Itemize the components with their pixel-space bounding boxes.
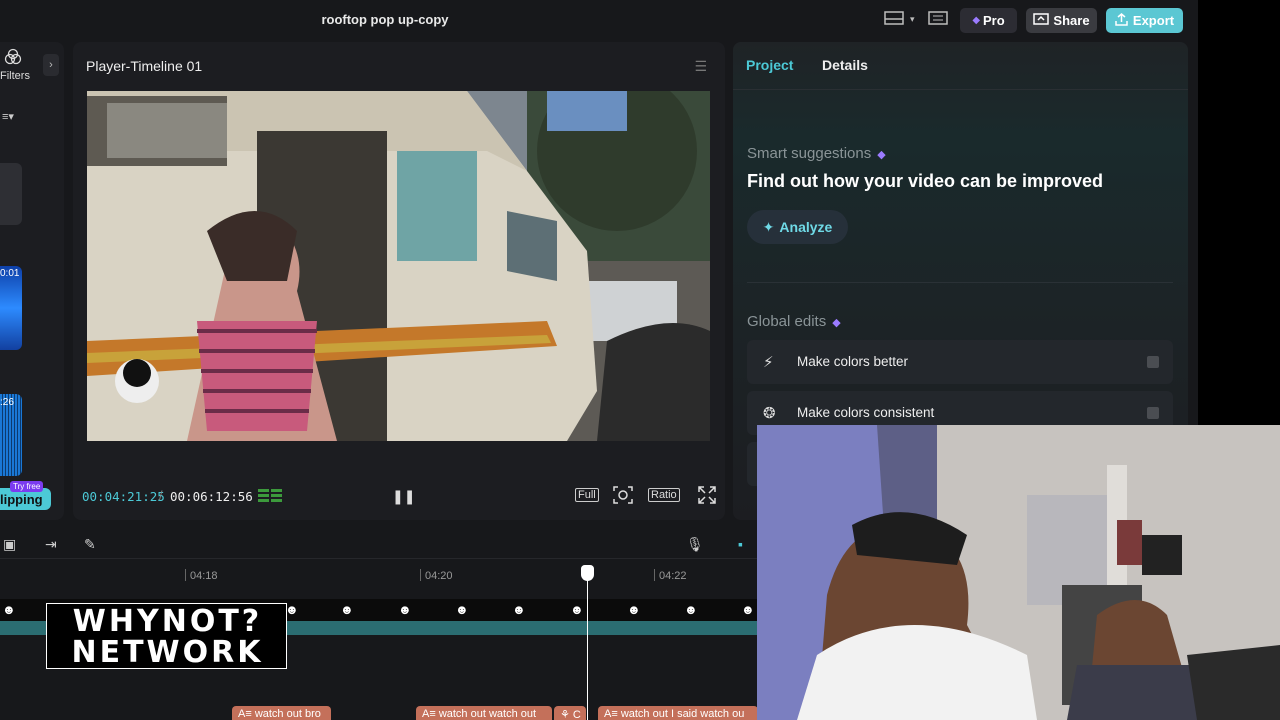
ruler-label: 04:18 bbox=[190, 570, 218, 582]
chevron-down-icon[interactable]: ▾ bbox=[910, 14, 915, 25]
caption-text: C bbox=[572, 709, 581, 720]
frame-icon: ☻ bbox=[627, 602, 641, 617]
magic-pen-icon[interactable]: ✎ bbox=[84, 536, 96, 553]
ruler-tick bbox=[420, 569, 421, 581]
logo-line-2: NETWORK bbox=[71, 635, 264, 670]
magic-wand-icon: ⚡ bbox=[763, 354, 774, 371]
frame-icon: ☻ bbox=[340, 602, 354, 617]
sort-filter-icon[interactable]: ≡▾ bbox=[2, 110, 14, 123]
microphone-icon[interactable]: 🎙 bbox=[686, 536, 704, 553]
document-title[interactable]: rooftop pop up-copy bbox=[300, 12, 470, 27]
full-quality-button[interactable]: Full bbox=[575, 488, 599, 502]
frame-icon: ☻ bbox=[398, 602, 412, 617]
smart-suggestions-title: Find out how your video can be improved bbox=[747, 171, 1104, 191]
tab-project[interactable]: Project bbox=[746, 57, 793, 73]
edit-option-label: Make colors consistent bbox=[797, 405, 935, 420]
playhead-handle[interactable] bbox=[581, 565, 594, 581]
thumbnail-duration: 0:01 bbox=[0, 268, 20, 279]
pro-button[interactable]: ◆ Pro bbox=[960, 8, 1017, 33]
chevron-right-icon: › bbox=[49, 59, 53, 71]
try-free-badge: Try free bbox=[10, 481, 44, 492]
player-panel: Player-Timeline 01 ☰ 00:04:21:25 / 00:06… bbox=[73, 42, 725, 520]
frame-icon: ☻ bbox=[684, 602, 698, 617]
color-match-icon: ❂ bbox=[763, 405, 776, 422]
sparkle-icon: ✦ bbox=[762, 218, 775, 235]
export-button[interactable]: Export bbox=[1106, 8, 1183, 33]
ruler-tick bbox=[185, 569, 186, 581]
gem-icon: ◆ bbox=[972, 15, 981, 26]
player-title: Player-Timeline 01 bbox=[86, 58, 203, 74]
audio-level-meter bbox=[258, 489, 282, 504]
zoom-fit-icon[interactable] bbox=[613, 486, 633, 508]
filters-icon[interactable] bbox=[4, 48, 22, 71]
ruler-label: 04:20 bbox=[425, 570, 453, 582]
global-edits-label: Global edits ◆ bbox=[747, 313, 841, 330]
media-thumbnail[interactable] bbox=[0, 163, 22, 225]
logo-line-1: WHYNOT? bbox=[72, 604, 263, 639]
gem-icon: ◆ bbox=[832, 317, 841, 329]
share-label: Share bbox=[1053, 13, 1090, 28]
frame-icon: ☻ bbox=[455, 602, 469, 617]
clipping-label: lipping bbox=[0, 491, 43, 507]
keyboard-icon[interactable] bbox=[928, 11, 948, 28]
export-icon bbox=[1115, 12, 1128, 29]
network-logo: WHYNOT? NETWORK bbox=[46, 603, 287, 670]
text-icon: A≡ bbox=[422, 708, 439, 720]
tab-divider bbox=[733, 89, 1188, 90]
playhead[interactable] bbox=[587, 565, 588, 720]
ratio-button[interactable]: Ratio bbox=[648, 488, 680, 502]
text-icon: A≡ bbox=[604, 708, 621, 720]
collapse-panel-button[interactable]: › bbox=[43, 54, 59, 76]
auto-edit-icon[interactable]: ▣ bbox=[3, 536, 16, 553]
caption-clip[interactable]: A≡ watch out bro bbox=[232, 706, 331, 720]
share-button[interactable]: Share bbox=[1026, 8, 1097, 33]
filters-label[interactable]: Filters bbox=[0, 70, 30, 82]
analyze-label: Analyze bbox=[779, 219, 833, 235]
layout-icon[interactable] bbox=[884, 11, 904, 28]
gem-icon: ◆ bbox=[877, 149, 886, 161]
pro-label: Pro bbox=[983, 13, 1005, 28]
frame-icon: ☻ bbox=[2, 602, 16, 617]
share-icon bbox=[1033, 12, 1050, 29]
caption-text: watch out I said watch ou bbox=[620, 708, 745, 720]
caption-clip[interactable]: ⚘ C bbox=[554, 706, 586, 720]
current-timecode: 00:04:21:25 bbox=[82, 489, 165, 504]
frame-icon: ☻ bbox=[741, 602, 755, 617]
option-checkbox[interactable] bbox=[1147, 407, 1159, 419]
total-duration: 00:06:12:56 bbox=[170, 489, 253, 504]
media-panel: Filters › ≡▾ 0:01 :26 bbox=[0, 42, 64, 520]
menu-icon[interactable]: ☰ bbox=[694, 58, 707, 75]
pause-icon[interactable]: ❚❚ bbox=[392, 488, 415, 505]
tab-details[interactable]: Details bbox=[822, 57, 868, 73]
text-icon: A≡ bbox=[238, 708, 255, 720]
make-colors-better-option[interactable]: ⚡ Make colors better bbox=[747, 340, 1173, 384]
caption-clip[interactable]: A≡ watch out I said watch ou bbox=[598, 706, 758, 720]
export-label: Export bbox=[1132, 13, 1175, 28]
analyze-button[interactable]: ✦ Analyze bbox=[747, 210, 848, 244]
frame-icon: ☻ bbox=[570, 602, 584, 617]
edit-option-label: Make colors better bbox=[797, 354, 909, 369]
ruler-tick bbox=[654, 569, 655, 581]
snap-toggle-icon[interactable]: ▪ bbox=[738, 536, 743, 552]
split-icon[interactable]: ⇥ bbox=[45, 536, 57, 553]
ruler-label: 04:22 bbox=[659, 570, 687, 582]
split-clip-icon: ⚘ bbox=[560, 709, 573, 720]
video-preview[interactable] bbox=[87, 91, 710, 441]
divider bbox=[747, 282, 1173, 283]
caption-text: watch out watch out bbox=[438, 708, 537, 720]
frame-icon: ☻ bbox=[512, 602, 526, 617]
fullscreen-icon[interactable] bbox=[698, 486, 716, 508]
smart-suggestions-label: Smart suggestions ◆ bbox=[747, 145, 886, 162]
smart-suggestions-text: Smart suggestions bbox=[747, 145, 872, 162]
webcam-overlay bbox=[757, 425, 1280, 720]
video-frame-image bbox=[87, 91, 710, 441]
caption-clip[interactable]: A≡ watch out watch out bbox=[416, 706, 552, 720]
option-checkbox[interactable] bbox=[1147, 356, 1159, 368]
top-bar: rooftop pop up-copy ▾ ◆ Pro Share Export bbox=[0, 0, 1198, 40]
thumbnail-duration: :26 bbox=[0, 397, 14, 408]
global-edits-text: Global edits bbox=[747, 313, 827, 330]
webcam-image bbox=[757, 425, 1280, 720]
timecode-separator: / bbox=[159, 489, 163, 503]
caption-text: watch out bro bbox=[254, 708, 321, 720]
